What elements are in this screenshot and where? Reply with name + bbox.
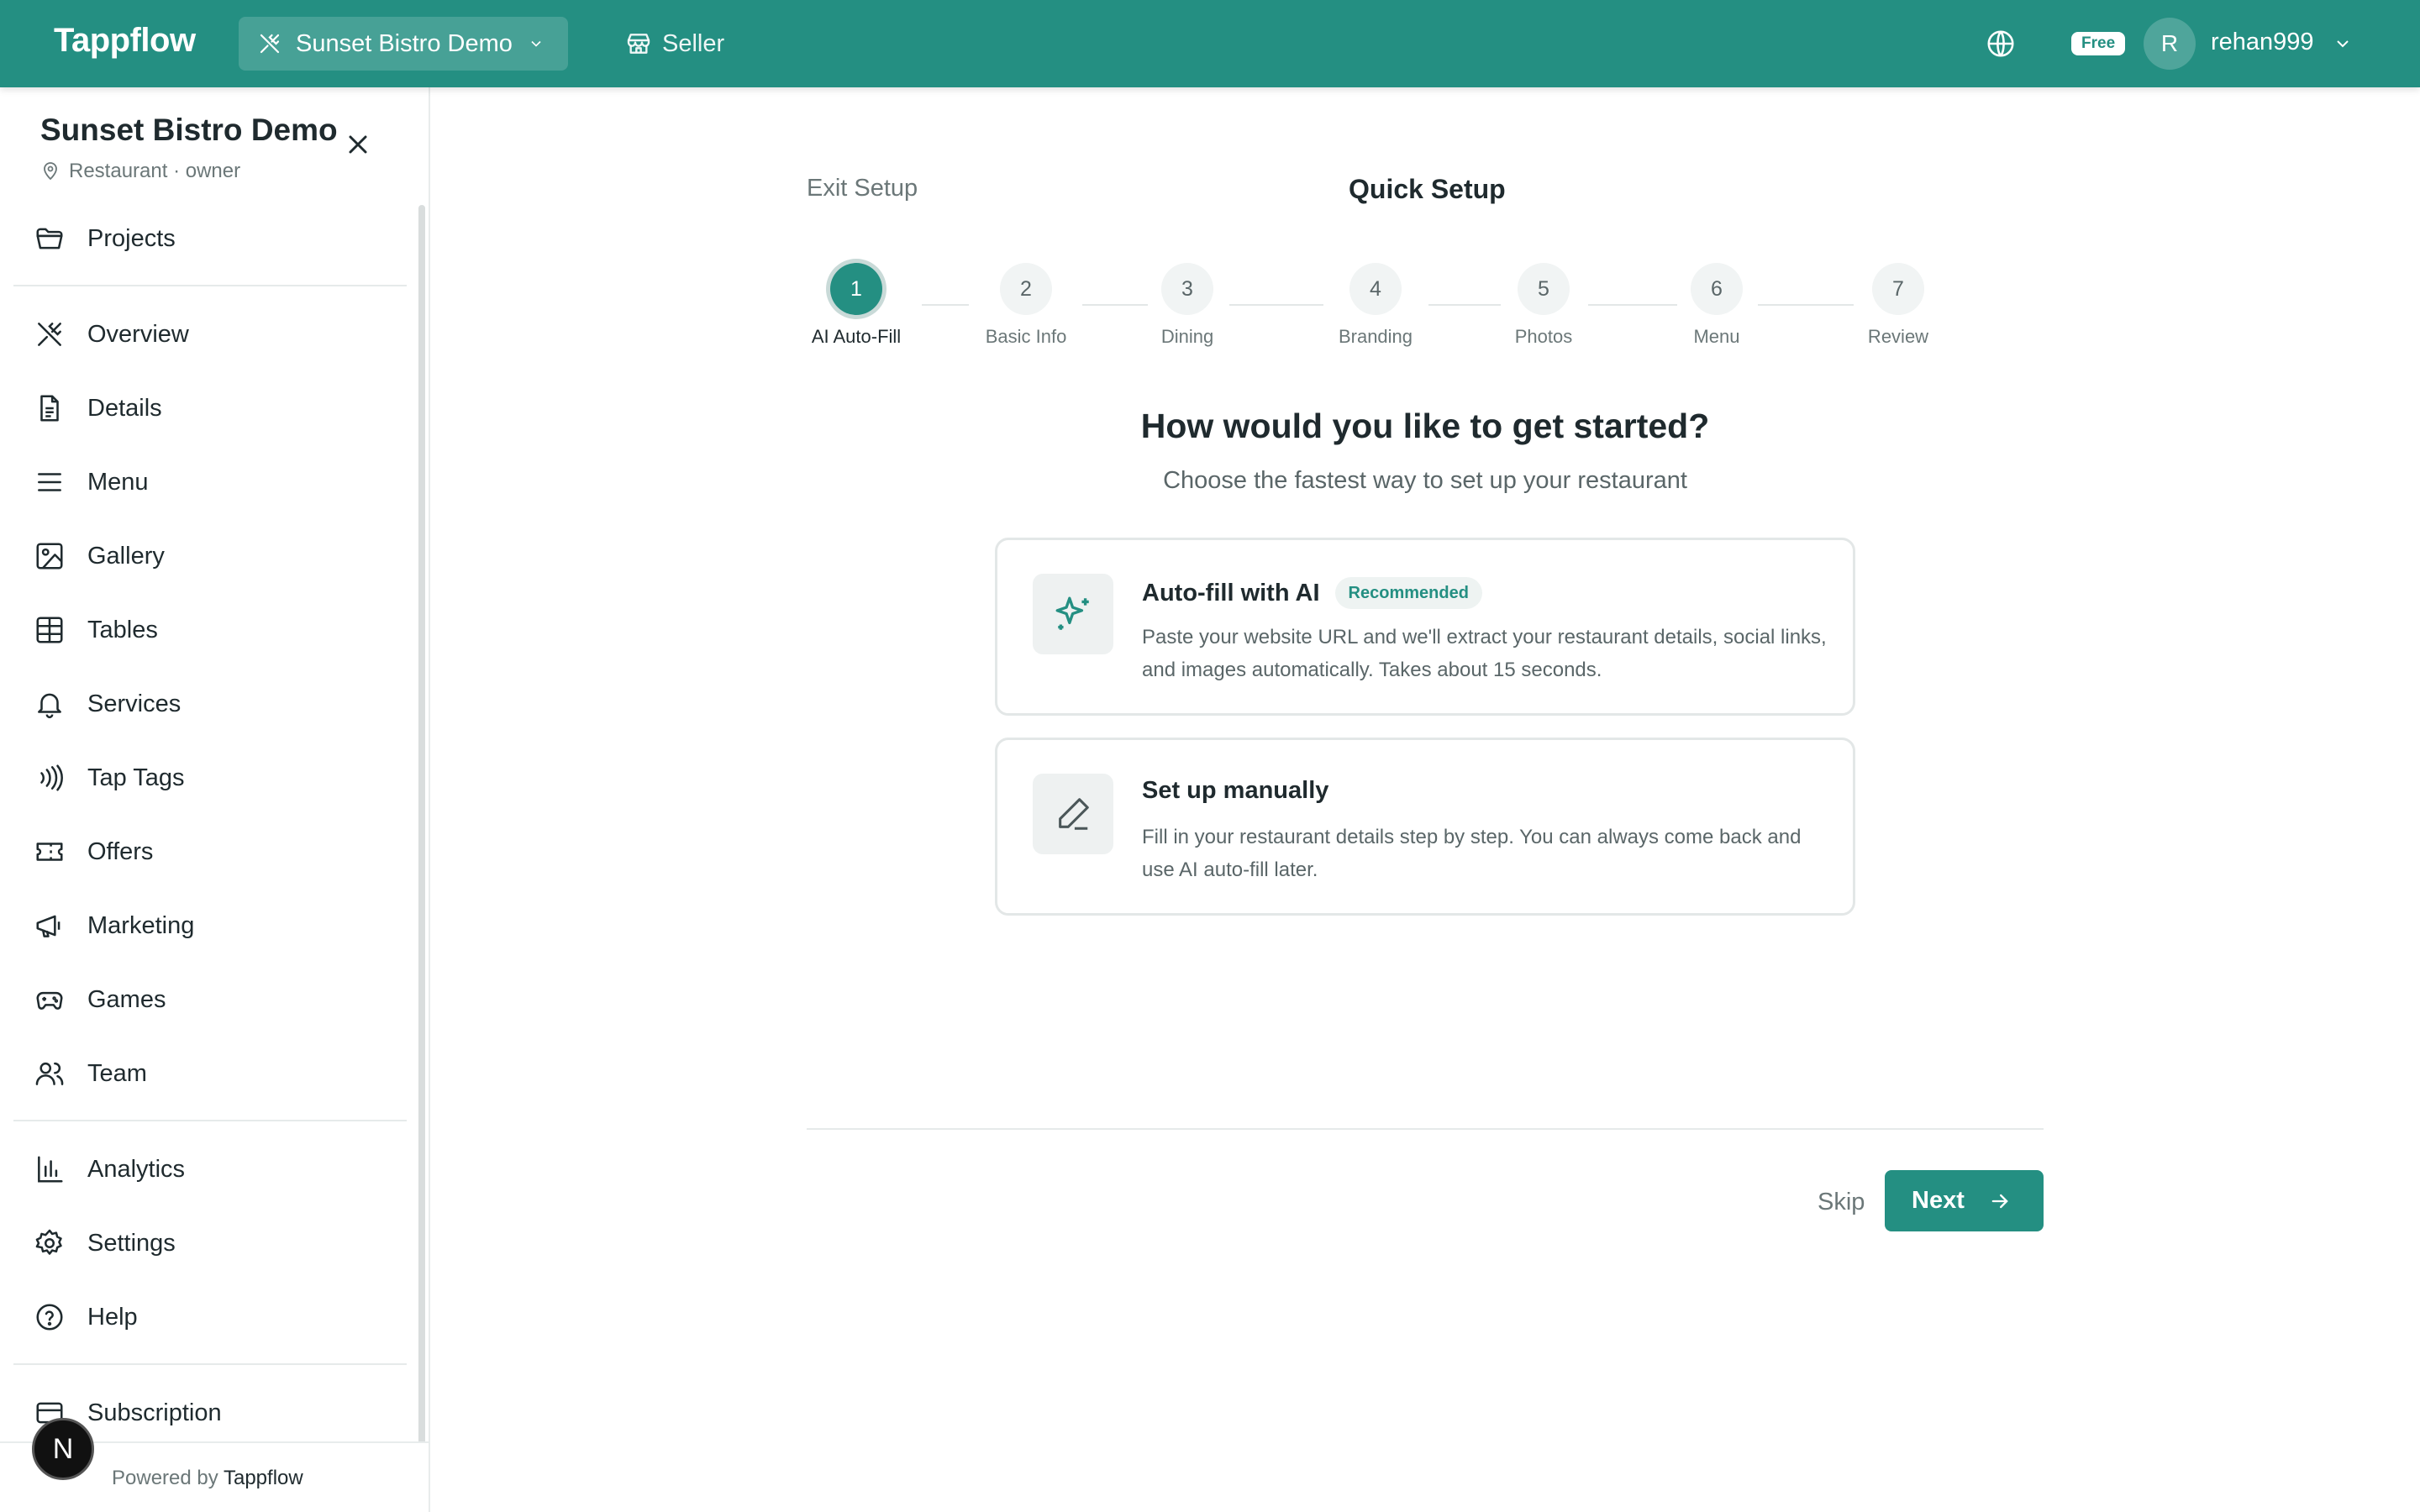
step-4-indicator[interactable]: 4: [1349, 263, 1402, 315]
stepper-connector: [1229, 304, 1323, 306]
chevron-down-icon: [531, 40, 541, 47]
recommended-badge: Recommended: [1334, 577, 1482, 609]
sidebar-item-tap-tags[interactable]: Tap Tags: [34, 753, 185, 803]
avatar[interactable]: R: [2144, 18, 2196, 70]
skip-button[interactable]: Skip: [1818, 1189, 1865, 1216]
option-icon-box: [1033, 774, 1113, 854]
megaphone-icon: [36, 915, 60, 937]
help-circle-icon: [36, 1304, 63, 1331]
sidebar-item-services[interactable]: Services: [34, 679, 181, 729]
store-icon: [627, 34, 650, 54]
sidebar-item-projects[interactable]: Projects: [34, 213, 176, 264]
sparkles-icon: [1055, 596, 1089, 630]
bar-chart-icon: [38, 1156, 63, 1183]
powered-by: Powered by Tappflow: [112, 1467, 303, 1489]
stepper-connector: [922, 304, 969, 306]
sidebar-venue-title: Sunset Bistro Demo: [40, 113, 338, 147]
option-description: Fill in your restaurant details step by …: [1142, 826, 1802, 881]
chevron-down-icon[interactable]: [2333, 34, 2353, 54]
sidebar-item-marketing[interactable]: Marketing: [34, 900, 194, 951]
map-pin-icon: [44, 162, 57, 181]
sidebar-item-analytics[interactable]: Analytics: [34, 1144, 185, 1194]
folder-icon: [36, 228, 63, 249]
sidebar-divider: [13, 1363, 407, 1365]
step-2-label: Basic Info: [985, 326, 1067, 347]
footer-divider: [807, 1128, 2044, 1130]
option-card-manual[interactable]: Set up manually Fill in your restaurant …: [995, 738, 1855, 916]
globe-icon[interactable]: [1985, 28, 2017, 60]
sidebar-item-gallery[interactable]: Gallery: [34, 531, 165, 581]
exit-setup-link[interactable]: Exit Setup: [807, 175, 918, 202]
stepper-connector: [1588, 304, 1677, 306]
sidebar-item-help[interactable]: Help: [34, 1292, 138, 1342]
username[interactable]: rehan999: [2211, 29, 2314, 56]
gear-icon: [35, 1229, 62, 1255]
step-1-indicator[interactable]: 1: [830, 263, 882, 315]
seller-label: Seller: [662, 29, 725, 57]
sidebar-item-games[interactable]: Games: [34, 974, 166, 1025]
seller-link[interactable]: Seller: [625, 17, 724, 71]
page-title: Quick Setup: [1349, 174, 1506, 204]
option-title: Auto-fill with AI Recommended: [1142, 577, 1482, 609]
stepper-connector: [1082, 304, 1148, 306]
grid-icon: [36, 617, 63, 643]
image-icon: [36, 543, 63, 570]
step-1-label: AI Auto-Fill: [811, 326, 902, 347]
utensils-icon: [38, 323, 61, 346]
powered-by-brand[interactable]: Tappflow: [224, 1467, 303, 1489]
step-7-label: Review: [1867, 326, 1929, 347]
option-icon-box: [1033, 574, 1113, 654]
users-icon: [35, 1062, 64, 1085]
sidebar-item-offers[interactable]: Offers: [34, 827, 153, 877]
sidebar-item-tables[interactable]: Tables: [34, 605, 158, 655]
arrow-right-icon: [1991, 1194, 2008, 1208]
step-7-indicator[interactable]: 7: [1872, 263, 1924, 315]
section-subheading: Choose the fastest way to set up your re…: [1163, 467, 1687, 494]
section-heading: How would you like to get started?: [1140, 407, 1710, 445]
step-3-indicator[interactable]: 3: [1161, 263, 1213, 315]
gamepad-icon: [36, 991, 63, 1010]
stepper-connector: [1428, 304, 1501, 306]
step-5-indicator[interactable]: 5: [1518, 263, 1570, 315]
next-button[interactable]: Next: [1885, 1170, 2044, 1231]
app-logo[interactable]: Tappflow: [54, 22, 196, 60]
sidebar-item-team[interactable]: Team: [34, 1048, 147, 1099]
sidebar-divider: [13, 285, 407, 286]
venue-switcher[interactable]: Sunset Bistro Demo: [239, 17, 568, 71]
sidebar-item-settings[interactable]: Settings: [34, 1218, 176, 1268]
close-icon[interactable]: [343, 129, 373, 160]
sidebar-venue-subtitle: Restaurant · owner: [40, 160, 240, 183]
step-4-label: Branding: [1338, 326, 1413, 347]
plan-badge: Free: [2071, 32, 2126, 55]
bell-icon: [38, 693, 61, 719]
stepper-connector: [1758, 304, 1854, 306]
nfc-icon: [40, 764, 63, 791]
step-2-indicator[interactable]: 2: [1000, 263, 1052, 315]
sidebar: Sunset Bistro Demo Restaurant · owner Pr…: [0, 87, 430, 1512]
sidebar-scrollbar[interactable]: [418, 205, 425, 1445]
step-3-label: Dining: [1160, 326, 1214, 347]
utensils-icon: [260, 34, 280, 54]
ticket-icon: [36, 843, 63, 861]
step-6-indicator[interactable]: 6: [1691, 263, 1743, 315]
option-card-ai[interactable]: Auto-fill with AI Recommended Paste your…: [995, 538, 1855, 716]
sidebar-divider: [13, 1120, 407, 1121]
dev-tools-badge[interactable]: N: [32, 1418, 94, 1480]
top-bar: Tappflow Sunset Bistro Demo Seller Free …: [0, 0, 2420, 87]
option-description: Paste your website URL and we'll extract…: [1142, 626, 1827, 681]
step-5-label: Photos: [1514, 326, 1573, 347]
sidebar-item-overview[interactable]: Overview: [34, 309, 189, 360]
option-title: Set up manually: [1142, 777, 1329, 804]
pencil-icon: [1059, 798, 1089, 830]
step-6-label: Menu: [1693, 326, 1740, 347]
venue-switcher-label: Sunset Bistro Demo: [296, 29, 513, 57]
